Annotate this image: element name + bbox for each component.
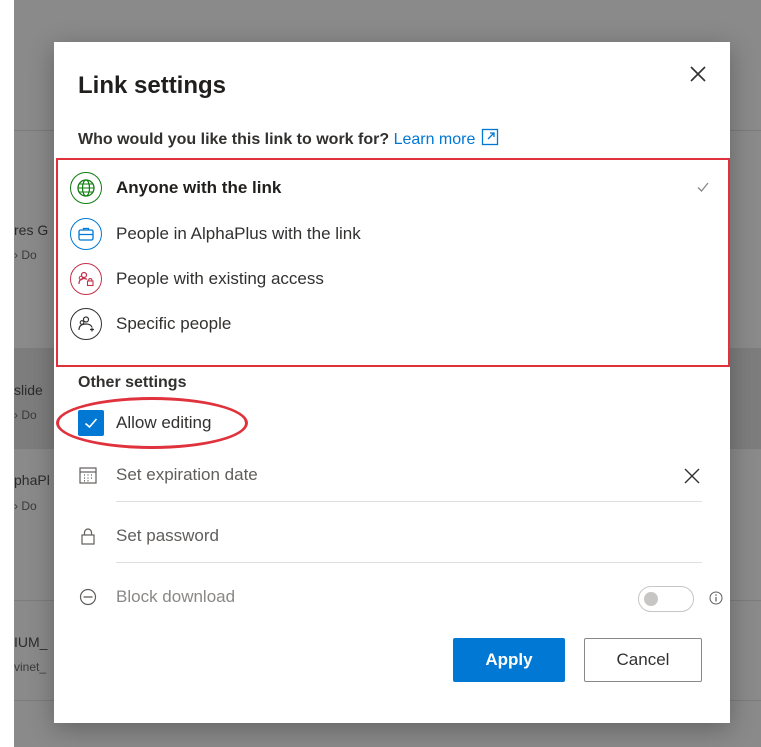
option-label: Anyone with the link xyxy=(116,178,282,197)
app-left-strip xyxy=(0,0,14,747)
link-settings-dialog: Link settings Who would you like this li… xyxy=(54,42,730,723)
briefcase-icon xyxy=(70,218,102,250)
password-input[interactable]: Set password xyxy=(116,511,702,563)
list-item-title: slide xyxy=(14,382,43,398)
close-button[interactable] xyxy=(686,62,710,86)
option-label: Specific people xyxy=(116,314,232,333)
block-icon xyxy=(78,586,98,608)
learn-more-label: Learn more xyxy=(393,131,476,148)
toggle-knob xyxy=(644,592,658,606)
checkmark-icon xyxy=(84,418,98,429)
expiration-date-input[interactable]: Set expiration date xyxy=(116,450,702,502)
option-specific-people[interactable]: Specific people xyxy=(70,306,710,342)
option-anyone-with-link[interactable]: Anyone with the link xyxy=(70,170,710,206)
close-icon xyxy=(684,468,700,484)
other-settings-heading: Other settings xyxy=(78,374,187,391)
list-item-title: res G xyxy=(14,222,49,238)
block-download-label: Block download xyxy=(116,587,236,606)
password-row: Set password xyxy=(78,511,702,563)
globe-icon xyxy=(70,172,102,204)
close-icon xyxy=(690,66,706,82)
apply-button[interactable]: Apply xyxy=(453,638,565,682)
cancel-button[interactable]: Cancel xyxy=(584,638,702,682)
list-item-path: › Do xyxy=(14,499,37,513)
list-item-path: › Do xyxy=(14,248,37,262)
learn-more-link[interactable]: Learn more xyxy=(393,128,500,148)
list-item-path: vinet_ xyxy=(14,660,47,674)
option-label: People with existing access xyxy=(116,269,324,288)
option-label: People in AlphaPlus with the link xyxy=(116,224,361,243)
people-lock-icon xyxy=(70,263,102,295)
dialog-title: Link settings xyxy=(78,72,227,99)
option-people-in-organization[interactable]: People in AlphaPlus with the link xyxy=(70,216,710,252)
allow-editing-checkbox[interactable]: Allow editing xyxy=(78,407,211,439)
people-add-icon xyxy=(70,308,102,340)
expiration-date-row: Set expiration date xyxy=(78,450,702,502)
list-item-path: › Do xyxy=(14,408,37,422)
link-audience-options: Anyone with the link People in AlphaPlus… xyxy=(56,158,730,367)
open-in-new-window-icon xyxy=(482,128,499,146)
checkmark-icon xyxy=(697,182,709,192)
option-people-with-existing-access[interactable]: People with existing access xyxy=(70,261,710,297)
list-item-title: phaPl xyxy=(14,472,50,488)
audience-question: Who would you like this link to work for… xyxy=(78,128,499,149)
allow-editing-label: Allow editing xyxy=(116,413,212,432)
info-icon[interactable] xyxy=(708,590,724,606)
block-download-row: Block download xyxy=(78,572,723,624)
calendar-icon xyxy=(78,464,98,486)
audience-question-text: Who would you like this link to work for… xyxy=(78,131,390,148)
clear-date-button[interactable] xyxy=(682,466,702,486)
list-item-title: IUM_ xyxy=(14,634,48,650)
lock-icon xyxy=(78,525,98,547)
block-download-toggle[interactable] xyxy=(638,586,694,612)
checkbox-checked[interactable] xyxy=(78,410,104,436)
